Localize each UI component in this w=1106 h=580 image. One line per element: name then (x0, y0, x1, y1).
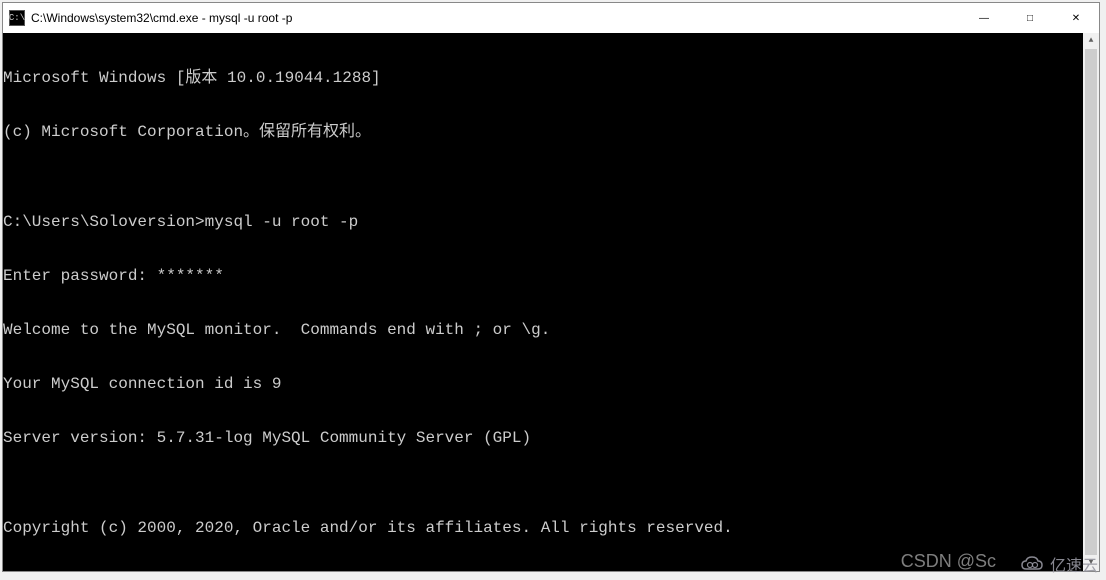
cmd-icon: C:\ (9, 10, 25, 26)
terminal-line: Your MySQL connection id is 9 (3, 375, 1099, 393)
close-button[interactable]: ✕ (1053, 3, 1099, 33)
terminal-line: (c) Microsoft Corporation。保留所有权利。 (3, 123, 1099, 141)
titlebar[interactable]: C:\ C:\Windows\system32\cmd.exe - mysql … (3, 3, 1099, 33)
watermark-logo-text: 亿速云 (1050, 552, 1098, 576)
terminal-line: Server version: 5.7.31-log MySQL Communi… (3, 429, 1099, 447)
cmd-window: C:\ C:\Windows\system32\cmd.exe - mysql … (2, 2, 1100, 572)
watermark-logo: 亿速云 (1020, 552, 1098, 576)
terminal-line: C:\Users\Soloversion>mysql -u root -p (3, 213, 1099, 231)
scrollbar-track[interactable] (1083, 49, 1099, 555)
minimize-button[interactable]: — (961, 3, 1007, 33)
scrollbar[interactable]: ▲ ▼ (1083, 33, 1099, 571)
scrollbar-thumb[interactable] (1085, 49, 1097, 555)
terminal-line: Microsoft Windows [版本 10.0.19044.1288] (3, 69, 1099, 87)
terminal-output[interactable]: Microsoft Windows [版本 10.0.19044.1288] (… (3, 33, 1099, 571)
terminal-line: Copyright (c) 2000, 2020, Oracle and/or … (3, 519, 1099, 537)
cloud-icon (1020, 555, 1046, 573)
terminal-line: Welcome to the MySQL monitor. Commands e… (3, 321, 1099, 339)
window-controls: — □ ✕ (961, 3, 1099, 33)
window-title: C:\Windows\system32\cmd.exe - mysql -u r… (31, 11, 961, 25)
watermark-csdn: CSDN @Sc (901, 551, 996, 572)
scrollbar-up-icon[interactable]: ▲ (1083, 33, 1099, 49)
maximize-button[interactable]: □ (1007, 3, 1053, 33)
terminal-line: Enter password: ******* (3, 267, 1099, 285)
